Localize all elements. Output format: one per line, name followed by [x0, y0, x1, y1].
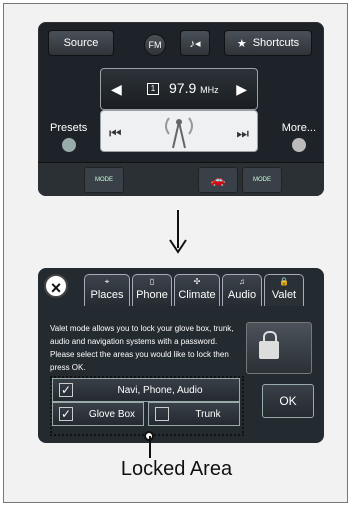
- tab-places[interactable]: ⌖ Places: [84, 274, 130, 306]
- seek-back-icon[interactable]: ⏮: [109, 125, 122, 142]
- phone-icon: ▯: [149, 277, 155, 286]
- tune-down-icon[interactable]: ◀: [111, 81, 122, 98]
- fm-label: FM: [148, 40, 162, 50]
- tab-valet[interactable]: 🔒 Valet: [264, 274, 304, 306]
- sound-icon: ♪◂: [189, 37, 201, 50]
- fan-icon: ✣: [193, 277, 201, 286]
- tab-climate[interactable]: ✣ Climate: [174, 274, 220, 306]
- tab-valet-label: Valet: [271, 289, 297, 301]
- presets-label: Presets: [50, 122, 88, 134]
- source-button[interactable]: Source: [48, 30, 114, 56]
- seek-control[interactable]: ⏮ ⏭: [100, 110, 258, 152]
- presets-icon: [61, 138, 76, 152]
- tab-phone[interactable]: ▯ Phone: [132, 274, 172, 306]
- tab-audio[interactable]: ♫ Audio: [222, 274, 262, 306]
- locked-area-highlight: [50, 376, 244, 436]
- ok-button[interactable]: OK: [262, 384, 314, 418]
- compass-icon: ⌖: [104, 277, 110, 286]
- audio-top-bar: Source FM ♪◂ ★ Shortcuts: [38, 22, 324, 68]
- mode-label-left: MODE: [95, 177, 113, 183]
- close-icon[interactable]: ×: [44, 274, 68, 298]
- star-icon: ★: [236, 37, 247, 50]
- frequency-unit: MHz: [200, 85, 219, 95]
- tune-up-icon[interactable]: ▶: [236, 81, 247, 98]
- frequency-readout: 97.9 MHz: [169, 80, 219, 96]
- valet-illustration: [246, 322, 312, 374]
- mode-button-right[interactable]: MODE: [242, 167, 282, 193]
- callout-line: [149, 436, 151, 458]
- music-icon: ♫: [239, 277, 245, 286]
- fm-button[interactable]: FM: [144, 34, 166, 56]
- sound-settings-button[interactable]: ♪◂: [180, 30, 210, 56]
- ok-label: OK: [279, 394, 297, 408]
- radio-tower-icon: [165, 117, 193, 149]
- mode-label-right: MODE: [253, 177, 271, 183]
- valet-tabs: ⌖ Places ▯ Phone ✣ Climate ♫ Audio 🔒 Val…: [84, 274, 320, 308]
- car-icon: 🚗: [210, 173, 226, 187]
- preset-channel: 1: [147, 83, 159, 95]
- tab-places-label: Places: [90, 289, 124, 301]
- locked-area-label: Locked Area: [120, 458, 233, 480]
- shortcuts-label: Shortcuts: [252, 37, 300, 49]
- lock-icon: 🔒: [279, 277, 289, 286]
- tab-climate-label: Climate: [178, 289, 216, 301]
- more-label: More...: [281, 122, 316, 134]
- seek-forward-icon[interactable]: ⏭: [236, 125, 249, 142]
- car-button[interactable]: 🚗: [198, 167, 238, 193]
- more-icon: [291, 138, 306, 152]
- valet-description: Valet mode allows you to lock your glove…: [50, 324, 234, 372]
- shortcuts-button[interactable]: ★ Shortcuts: [224, 30, 312, 56]
- padlock-icon: [259, 331, 279, 359]
- down-arrow-icon: [169, 210, 187, 254]
- more-button[interactable]: More...: [282, 122, 316, 152]
- frequency-value: 97.9: [169, 80, 197, 96]
- presets-button[interactable]: Presets: [50, 122, 87, 152]
- source-label: Source: [63, 37, 99, 49]
- tab-audio-label: Audio: [227, 289, 257, 301]
- audio-bottom-bar: MODE 🚗 MODE: [38, 162, 324, 196]
- audio-screen: Source FM ♪◂ ★ Shortcuts ◀ 1 97.9 MHz ▶ …: [38, 22, 324, 196]
- mode-button-left[interactable]: MODE: [84, 167, 124, 193]
- frequency-tuner[interactable]: ◀ 1 97.9 MHz ▶: [100, 68, 258, 110]
- tab-phone-label: Phone: [136, 289, 168, 301]
